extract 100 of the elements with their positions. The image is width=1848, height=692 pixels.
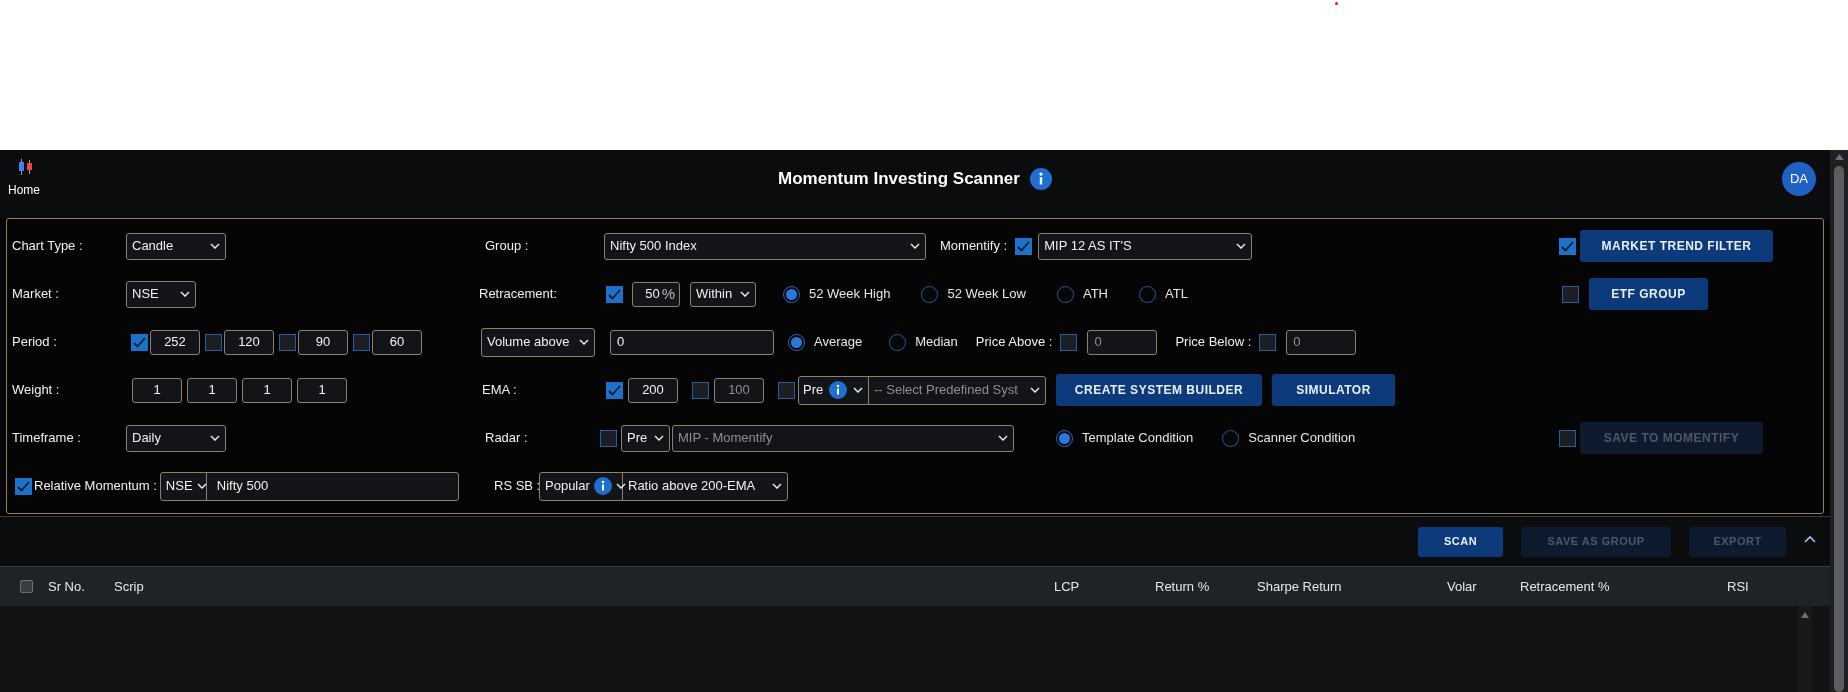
system-picker[interactable]: Pre -- Select Predefined Syst xyxy=(798,375,1046,405)
column-header[interactable]: LCP xyxy=(1054,576,1155,597)
column-header[interactable]: Sr No. xyxy=(48,576,114,597)
checkbox[interactable] xyxy=(1562,285,1579,303)
field-label: Market : xyxy=(11,285,60,304)
chevron-down-icon xyxy=(615,483,626,489)
weight-field[interactable]: 1 xyxy=(187,377,237,403)
chart-type-select[interactable]: Candle xyxy=(126,232,226,260)
checkbox[interactable] xyxy=(15,477,32,495)
field-label: Chart Type : xyxy=(11,237,84,256)
chevron-down-icon xyxy=(579,339,589,345)
range-select[interactable]: Within xyxy=(690,281,756,307)
field-label: Price Above : xyxy=(975,333,1053,352)
field-label: Relative Momentum : xyxy=(34,477,157,496)
action-button[interactable]: CREATE SYSTEM BUILDER xyxy=(1056,374,1262,406)
column-header[interactable]: Scrip xyxy=(114,576,1054,597)
checkbox[interactable] xyxy=(205,333,222,351)
field-label: Retracement: xyxy=(479,285,559,304)
ema-field[interactable]: 200 xyxy=(628,377,678,403)
chevron-up-icon[interactable] xyxy=(1804,534,1816,543)
field-label: RS SB : xyxy=(493,477,539,496)
timeframe-select[interactable]: Daily xyxy=(126,424,226,452)
chevron-down-icon xyxy=(210,243,220,249)
checkbox[interactable] xyxy=(131,333,148,351)
checkbox[interactable] xyxy=(20,580,33,593)
checkbox[interactable] xyxy=(778,381,795,399)
option-label: ATH xyxy=(1082,285,1108,304)
field-label: Momentify : xyxy=(940,237,1008,256)
info-icon[interactable] xyxy=(829,381,848,399)
info-icon[interactable] xyxy=(1029,168,1052,190)
option-label: Template Condition xyxy=(1082,429,1194,448)
market-select[interactable]: NSE xyxy=(126,280,196,308)
user-avatar[interactable]: DA xyxy=(1782,162,1816,196)
group-select[interactable]: Nifty 500 Index xyxy=(604,232,926,260)
column-header[interactable]: Retracement % xyxy=(1520,576,1727,597)
checkbox[interactable] xyxy=(279,333,296,351)
rs-picker[interactable]: Popular Ratio above 200-EMA xyxy=(539,471,788,501)
chevron-down-icon xyxy=(210,435,220,441)
market-label[interactable]: NSE xyxy=(165,476,193,496)
radar-select[interactable]: MIP - Momentify xyxy=(672,424,1014,452)
period-field[interactable]: 90 xyxy=(298,329,348,355)
option-label: Scanner Condition xyxy=(1248,429,1356,448)
system-select[interactable]: -- Select Predefined Syst xyxy=(874,380,1018,400)
price-field[interactable]: 0 xyxy=(1286,329,1357,355)
column-header[interactable]: Volar xyxy=(1447,576,1520,597)
volume-field[interactable]: 0 xyxy=(610,329,774,355)
scroll-up-icon[interactable] xyxy=(1834,154,1844,160)
index-picker[interactable]: NSE Nifty 500 xyxy=(159,471,459,501)
chevron-down-icon xyxy=(1236,243,1247,249)
action-button[interactable]: ETF GROUP xyxy=(1589,278,1708,310)
field-label: EMA : xyxy=(481,381,518,400)
checkbox[interactable] xyxy=(353,333,370,351)
retracement-field[interactable]: 50% xyxy=(632,281,680,307)
checkbox[interactable] xyxy=(1259,333,1277,351)
chevron-down-icon xyxy=(910,243,920,249)
column-header[interactable]: Return % xyxy=(1155,576,1257,597)
checkbox[interactable] xyxy=(600,429,617,447)
checkbox[interactable] xyxy=(606,381,623,399)
action-button[interactable]: SIMULATOR xyxy=(1272,374,1395,406)
option-label: ATL xyxy=(1165,285,1188,304)
chevron-down-icon xyxy=(180,291,190,297)
checkbox[interactable] xyxy=(692,381,709,399)
period-field[interactable]: 120 xyxy=(224,329,274,355)
source-select[interactable]: Pre xyxy=(621,424,670,452)
scroll-up-icon[interactable] xyxy=(1801,612,1809,618)
price-field[interactable]: 0 xyxy=(1087,329,1158,355)
chevron-down-icon xyxy=(853,387,864,393)
rs-select[interactable]: Ratio above 200-EMA xyxy=(628,476,756,496)
index-field[interactable]: Nifty 500 xyxy=(206,472,279,500)
checkbox[interactable] xyxy=(1559,237,1576,255)
period-field[interactable]: 60 xyxy=(372,329,422,355)
table-scrollbar[interactable] xyxy=(1798,606,1812,692)
option-label: 52 Week Low xyxy=(947,285,1026,304)
page-title: Momentum Investing Scanner xyxy=(778,168,1020,191)
chevron-down-icon xyxy=(196,483,207,489)
option-label: Median xyxy=(915,333,958,352)
ema-field[interactable]: 100 xyxy=(714,377,764,403)
action-button[interactable]: MARKET TREND FILTER xyxy=(1580,230,1773,262)
option-label: Average xyxy=(814,333,863,352)
field-label: Radar : xyxy=(484,429,529,448)
period-field[interactable]: 252 xyxy=(150,329,200,355)
info-icon[interactable] xyxy=(593,477,612,495)
checkbox[interactable] xyxy=(606,285,623,303)
field-label: Weight : xyxy=(11,381,61,400)
column-header[interactable]: RSI xyxy=(1727,576,1787,597)
column-header[interactable]: Sharpe Return xyxy=(1257,576,1447,597)
checkbox[interactable] xyxy=(1015,237,1033,255)
page-scrollbar[interactable] xyxy=(1830,150,1848,692)
option-label: 52 Week High xyxy=(809,285,891,304)
weight-field[interactable]: 1 xyxy=(242,377,292,403)
chevron-down-icon xyxy=(740,291,750,297)
momentify-select[interactable]: MIP 12 AS IT'S xyxy=(1038,232,1253,260)
weight-field[interactable]: 1 xyxy=(132,377,182,403)
weight-field[interactable]: 1 xyxy=(297,377,347,403)
checkbox[interactable] xyxy=(1060,333,1078,351)
action-button[interactable]: SCAN xyxy=(1418,526,1503,557)
field-label: Group : xyxy=(484,237,530,256)
volume-select[interactable]: Volume above xyxy=(481,327,595,357)
home-label[interactable]: Home xyxy=(8,181,40,199)
rs-source-label[interactable]: Popular xyxy=(545,476,590,496)
